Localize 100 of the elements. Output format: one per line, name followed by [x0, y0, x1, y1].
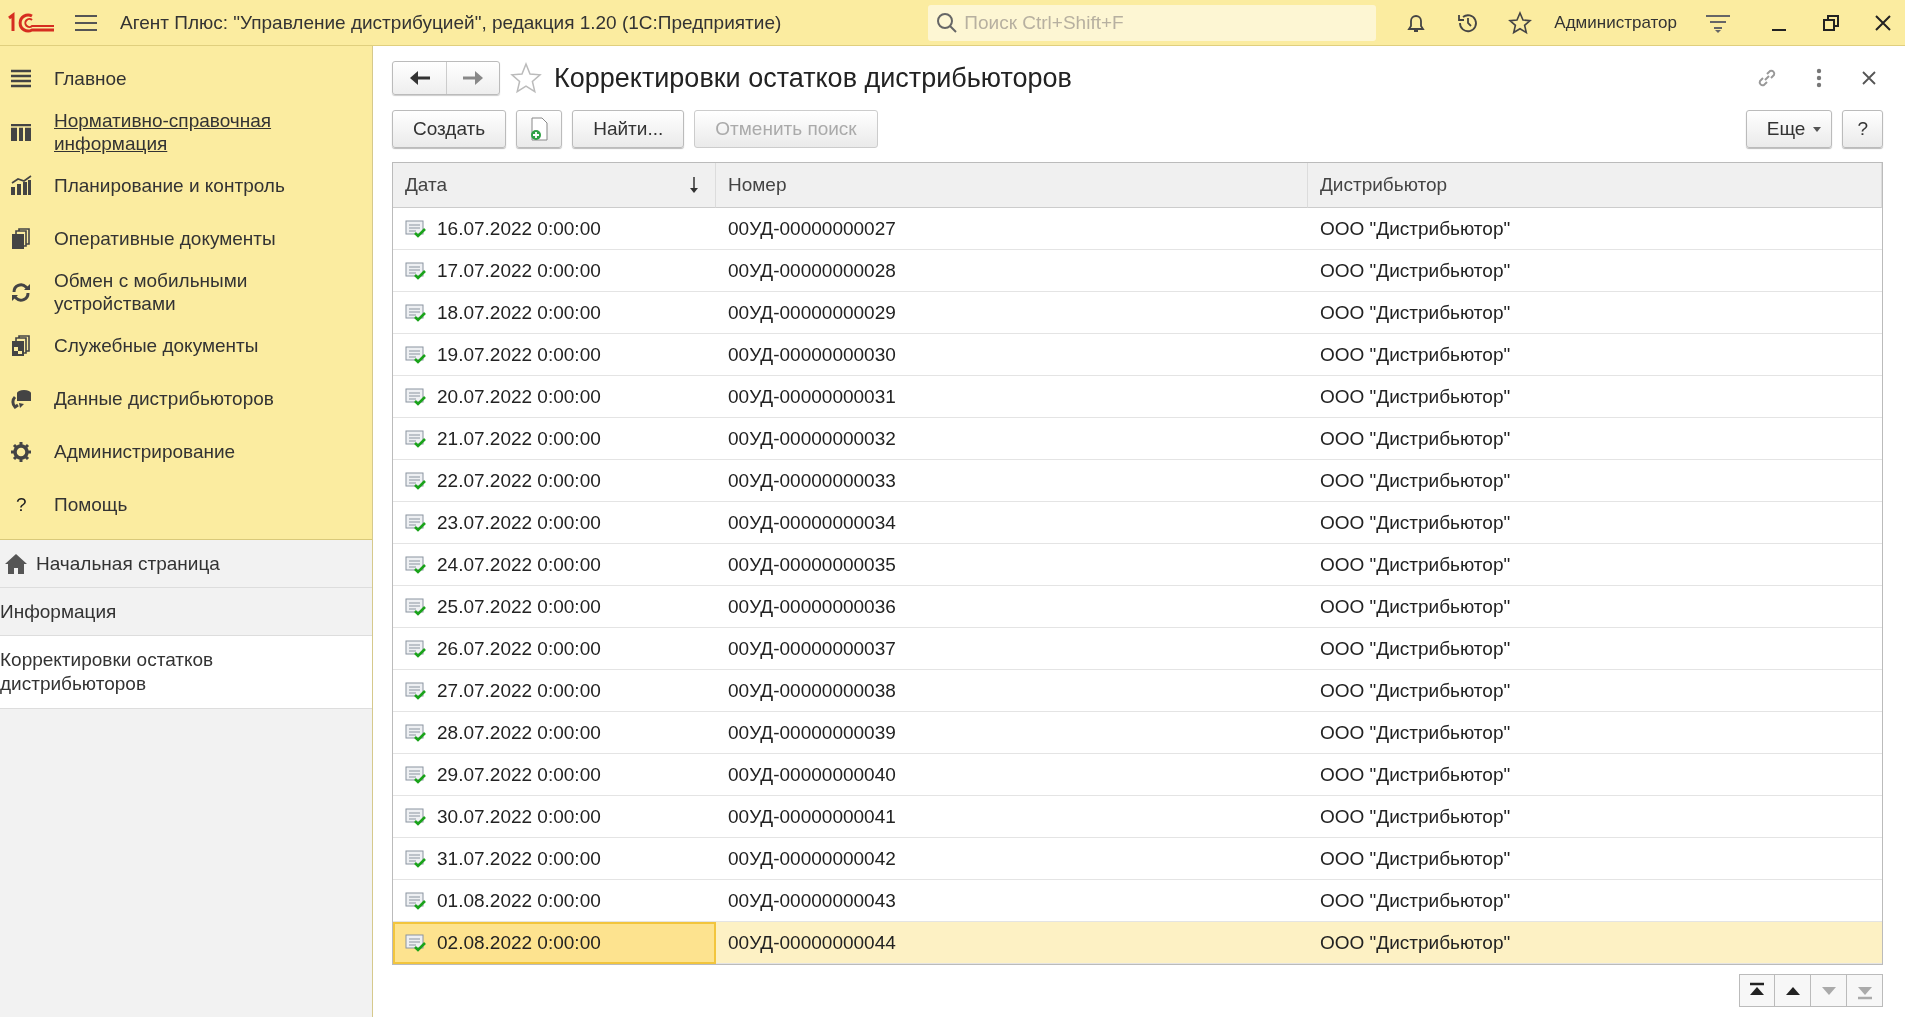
- table-cell: ООО "Дистрибьютор": [1308, 922, 1882, 964]
- table-cell[interactable]: 16.07.2022 0:00:00: [393, 208, 716, 250]
- table-cell[interactable]: 19.07.2022 0:00:00: [393, 334, 716, 376]
- toolbar-button[interactable]: Создать: [392, 110, 507, 148]
- table-cell: ООО "Дистрибьютор": [1308, 796, 1882, 838]
- document-check-icon: [405, 386, 427, 407]
- table-cell: ООО "Дистрибьютор": [1308, 502, 1882, 544]
- table-cell: 00УД-00000000030: [716, 334, 1308, 376]
- column-header[interactable]: Дистрибьютор: [1308, 163, 1882, 208]
- table-cell[interactable]: 29.07.2022 0:00:00: [393, 754, 716, 796]
- document-check-icon: [405, 596, 427, 617]
- table-cell[interactable]: 28.07.2022 0:00:00: [393, 712, 716, 754]
- form-title: Корректировки остатков дистрибьюторов: [554, 62, 1072, 94]
- scroll-button[interactable]: [1775, 974, 1811, 1007]
- document-check-icon: [405, 218, 427, 239]
- database-icon: [10, 387, 32, 410]
- table-cell: 00УД-00000000039: [716, 712, 1308, 754]
- open-window-tab[interactable]: Корректировки остатков дистрибьюторов: [0, 636, 372, 709]
- table-cell[interactable]: 02.08.2022 0:00:00: [393, 922, 716, 964]
- menu-icon[interactable]: [74, 12, 98, 33]
- section-link[interactable]: Служебные документы: [54, 330, 259, 361]
- table-cell: 00УД-00000000040: [716, 754, 1308, 796]
- document-check-icon: [405, 932, 427, 953]
- table-cell: 00УД-00000000029: [716, 292, 1308, 334]
- document-check-icon: [405, 260, 427, 281]
- document-check-icon: [405, 764, 427, 785]
- table-cell: 00УД-00000000037: [716, 628, 1308, 670]
- table-cell: 00УД-00000000028: [716, 250, 1308, 292]
- table-cell[interactable]: 20.07.2022 0:00:00: [393, 376, 716, 418]
- table-cell: 00УД-00000000041: [716, 796, 1308, 838]
- table-cell: ООО "Дистрибьютор": [1308, 418, 1882, 460]
- document-check-icon: [405, 722, 427, 743]
- table-cell: 00УД-00000000038: [716, 670, 1308, 712]
- table-cell: 00УД-00000000035: [716, 544, 1308, 586]
- section-link[interactable]: Данные дистрибьюторов: [54, 383, 274, 414]
- user-name[interactable]: Администратор: [1554, 12, 1677, 33]
- table-cell[interactable]: 23.07.2022 0:00:00: [393, 502, 716, 544]
- table-cell: ООО "Дистрибьютор": [1308, 838, 1882, 880]
- table-cell: ООО "Дистрибьютор": [1308, 670, 1882, 712]
- more-button[interactable]: Еще: [1745, 110, 1833, 148]
- refresh-icon: [10, 281, 32, 303]
- section-link[interactable]: Главное: [54, 63, 127, 94]
- table-cell[interactable]: 25.07.2022 0:00:00: [393, 586, 716, 628]
- document-check-icon: [405, 890, 427, 911]
- star-icon[interactable]: [510, 62, 542, 94]
- table-cell: ООО "Дистрибьютор": [1308, 334, 1882, 376]
- table-cell[interactable]: 21.07.2022 0:00:00: [393, 418, 716, 460]
- column-header[interactable]: Номер: [716, 163, 1308, 208]
- table-cell[interactable]: 18.07.2022 0:00:00: [393, 292, 716, 334]
- table-cell: 00УД-00000000036: [716, 586, 1308, 628]
- section-link[interactable]: Нормативно-справочная информация: [54, 105, 294, 159]
- document-add-icon: [528, 117, 551, 141]
- table-cell[interactable]: 31.07.2022 0:00:00: [393, 838, 716, 880]
- table-cell: ООО "Дистрибьютор": [1308, 586, 1882, 628]
- document-check-icon: [405, 554, 427, 575]
- document-check-icon: [405, 638, 427, 659]
- help-button[interactable]: ?: [1842, 110, 1883, 148]
- bar-chart-icon: [10, 174, 32, 197]
- close-icon[interactable]: [1861, 70, 1877, 86]
- table-cell: ООО "Дистрибьютор": [1308, 628, 1882, 670]
- document-check-icon: [405, 806, 427, 827]
- close-icon[interactable]: [1873, 12, 1893, 33]
- search-field[interactable]: Поиск Ctrl+Shift+F: [928, 4, 1377, 41]
- app-logo[interactable]: [6, 10, 56, 35]
- more-icon[interactable]: [1815, 67, 1823, 89]
- arrow-right-icon: [462, 70, 484, 86]
- table-cell[interactable]: 27.07.2022 0:00:00: [393, 670, 716, 712]
- scroll-button[interactable]: [1739, 974, 1775, 1007]
- table-cell: 00УД-00000000033: [716, 460, 1308, 502]
- section-link[interactable]: Планирование и контроль: [54, 170, 285, 201]
- table-cell: 00УД-00000000044: [716, 922, 1308, 964]
- grid-icon: [10, 121, 32, 143]
- menu-icon: [10, 67, 32, 90]
- restore-icon[interactable]: [1821, 12, 1841, 33]
- documents-icon: [10, 227, 32, 250]
- section-link[interactable]: Помощь: [54, 489, 128, 520]
- column-header[interactable]: Дата: [393, 163, 716, 208]
- table-cell: 00УД-00000000027: [716, 208, 1308, 250]
- document-check-icon: [405, 344, 427, 365]
- section-link[interactable]: Обмен с мобильными устройствами: [54, 265, 274, 319]
- table-cell[interactable]: 30.07.2022 0:00:00: [393, 796, 716, 838]
- table-cell[interactable]: 24.07.2022 0:00:00: [393, 544, 716, 586]
- section-link[interactable]: Оперативные документы: [54, 223, 276, 254]
- table-cell: 00УД-00000000032: [716, 418, 1308, 460]
- section-link[interactable]: Администрирование: [54, 436, 236, 467]
- table-cell[interactable]: 17.07.2022 0:00:00: [393, 250, 716, 292]
- toolbar-button[interactable]: Найти...: [572, 110, 685, 148]
- table-cell: 00УД-00000000031: [716, 376, 1308, 418]
- document-check-icon: [405, 470, 427, 491]
- document-check-icon: [405, 680, 427, 701]
- table-cell[interactable]: 26.07.2022 0:00:00: [393, 628, 716, 670]
- table-cell: ООО "Дистрибьютор": [1308, 292, 1882, 334]
- table-cell: ООО "Дистрибьютор": [1308, 208, 1882, 250]
- arrow-left-icon: [408, 70, 431, 86]
- document-check-icon: [405, 428, 427, 449]
- table-cell: ООО "Дистрибьютор": [1308, 376, 1882, 418]
- table-cell[interactable]: 22.07.2022 0:00:00: [393, 460, 716, 502]
- table-cell: 00УД-00000000042: [716, 838, 1308, 880]
- star-icon[interactable]: [1508, 10, 1533, 35]
- create-copy-button[interactable]: [516, 110, 563, 148]
